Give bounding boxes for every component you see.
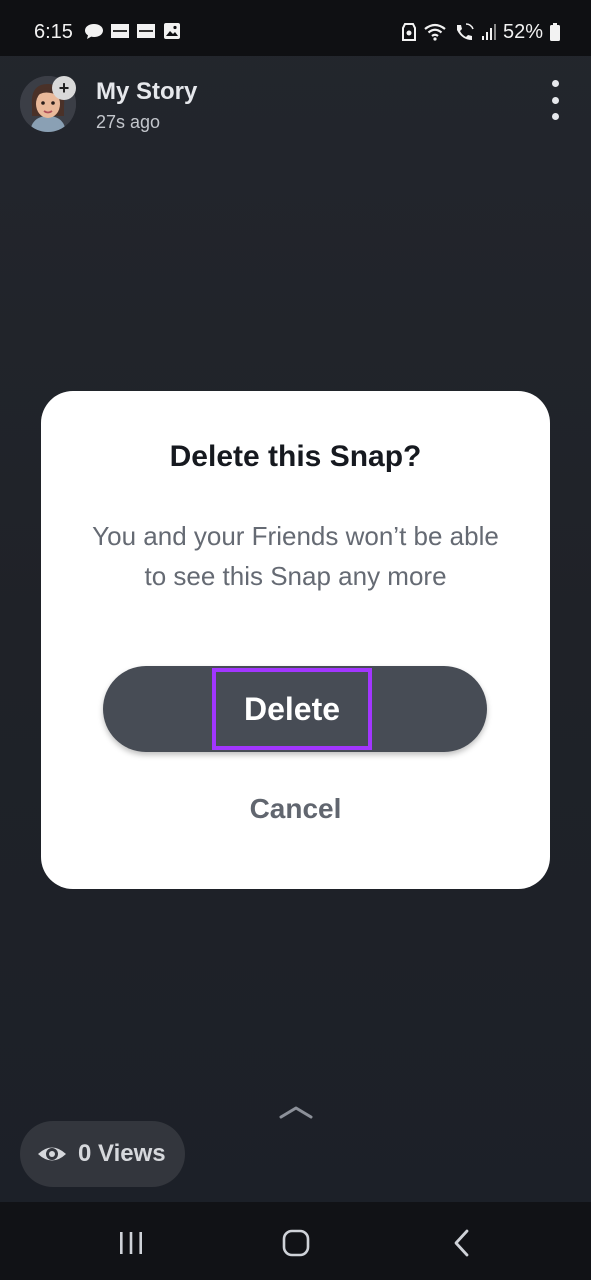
views-count: 0 Views [78,1140,166,1167]
chat-bubble-icon [85,24,103,39]
avatar-wrap[interactable]: + [20,76,76,132]
status-system-icons: 52% [401,22,561,42]
gallery-icon [164,23,180,39]
screen: 6:15 52% + My Story 27s ago Delete this … [0,0,591,1280]
more-vert-icon [551,80,559,87]
delete-button-label[interactable]: Delete [212,668,372,750]
battery-percentage: 52% [502,21,543,43]
news-app-icon [137,24,155,38]
battery-icon [550,23,560,41]
dialog-title: Delete this Snap? [169,440,422,473]
more-vert-icon [551,96,559,104]
status-time: 6:15 [34,21,73,43]
cancel-button[interactable]: Cancel [200,784,391,834]
navigation-bar [0,1202,591,1280]
status-notification-icons [84,22,182,40]
story-timestamp: 27s ago [96,112,161,132]
chevron-up-icon[interactable] [278,1103,314,1121]
signal-icon [481,24,496,40]
more-options-button[interactable] [542,80,568,120]
wifi-call-icon [456,23,474,40]
story-title[interactable]: My Story [96,78,197,106]
home-icon[interactable] [282,1229,310,1257]
news-app-icon [111,24,129,38]
wifi-icon [424,23,446,41]
eye-icon [38,1147,66,1161]
dialog-message: You and your Friends won’t be able to se… [92,521,499,591]
back-icon[interactable] [452,1228,472,1258]
recent-apps-icon[interactable] [117,1231,145,1255]
status-bar: 6:15 52% [0,0,591,56]
data-saver-icon [401,23,416,41]
add-story-button[interactable]: + [52,76,76,100]
views-button[interactable]: 0 Views [20,1121,185,1187]
more-vert-icon [551,113,559,120]
